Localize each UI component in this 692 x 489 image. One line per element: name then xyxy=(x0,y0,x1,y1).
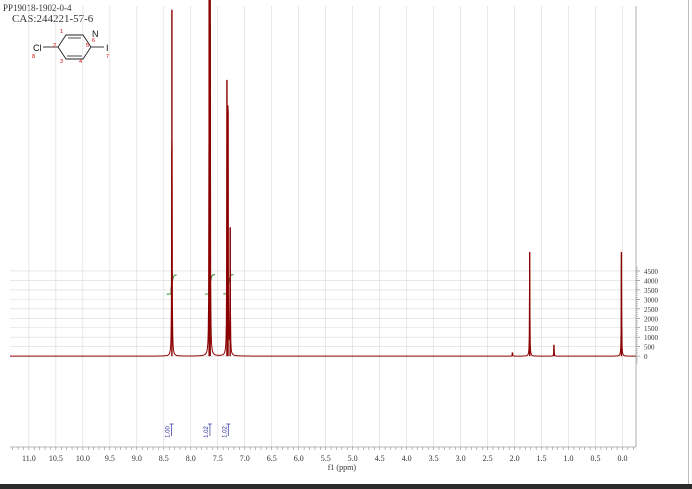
x-tick-label: 6.0 xyxy=(294,454,304,463)
x-tick-label: 3.5 xyxy=(429,454,439,463)
x-tick-label: 9.0 xyxy=(132,454,142,463)
atom-number: 7 xyxy=(106,54,109,60)
integral-value: 1.00 xyxy=(166,426,172,438)
x-axis-title: f1 (ppm) xyxy=(328,463,357,472)
x-tick-label: 3.0 xyxy=(456,454,466,463)
x-tick-label: 6.5 xyxy=(267,454,277,463)
grid-lines xyxy=(10,6,636,447)
y-axis: 45004000 35003000 25002000 15001000 5000 xyxy=(635,6,659,447)
atom-number: 2 xyxy=(53,43,56,49)
x-tick-label: 1.5 xyxy=(537,454,547,463)
x-tick-label: 7.0 xyxy=(240,454,250,463)
atom-number: 1 xyxy=(60,29,63,35)
x-tick-label: 0.0 xyxy=(618,454,628,463)
x-axis: 11.0 10.5 10.0 9.5 9.0 8.5 8.0 7.5 7.0 6.5 6.0 5.5 5… xyxy=(10,446,636,472)
x-tick-label: 7.5 xyxy=(213,454,223,463)
x-tick-label: 10.0 xyxy=(76,454,90,463)
atom-number: 3 xyxy=(60,59,63,65)
y-tick-label: 2500 xyxy=(644,306,659,314)
x-tick-label: 4.5 xyxy=(375,454,385,463)
atom-iodine: I xyxy=(106,43,109,53)
y-tick-label: 1500 xyxy=(644,325,659,333)
x-tick-label: 2.0 xyxy=(510,454,520,463)
atom-number: 8 xyxy=(32,54,35,60)
x-tick-label: 8.5 xyxy=(159,454,169,463)
spectrum xyxy=(10,0,636,357)
x-tick-label: 10.5 xyxy=(49,454,63,463)
x-tick-label: 2.5 xyxy=(483,454,493,463)
y-tick-label: 1000 xyxy=(644,334,659,342)
atom-number: 4 xyxy=(79,59,82,65)
y-tick-label: 0 xyxy=(644,353,648,361)
x-tick-label: 5.0 xyxy=(348,454,358,463)
x-tick-label: 1.0 xyxy=(564,454,574,463)
atom-number: 5 xyxy=(86,43,89,49)
x-tick-label: 8.0 xyxy=(186,454,196,463)
frame-border xyxy=(688,0,689,484)
x-tick-label: 5.5 xyxy=(321,454,331,463)
nmr-spectrum-chart: NCl I123 45678 1.00 1.02 1.02 11.0 10.5 10.0 9.… xyxy=(10,0,659,472)
x-tick-label: 11.0 xyxy=(22,454,36,463)
integral-value: 1.02 xyxy=(222,426,228,438)
y-tick-label: 500 xyxy=(644,344,655,352)
spectrum-trace xyxy=(10,23,636,357)
y-tick-label: 4000 xyxy=(644,277,659,285)
window-bottom-bar xyxy=(0,484,692,489)
x-tick-label: 0.5 xyxy=(591,454,601,463)
atom-chlorine: Cl xyxy=(33,43,42,53)
x-tick-label: 9.5 xyxy=(105,454,115,463)
atom-number: 6 xyxy=(92,38,95,44)
y-tick-label: 4500 xyxy=(644,268,659,276)
integral-value: 1.02 xyxy=(204,426,210,438)
molecule-structure: NCl I123 45678 xyxy=(32,29,109,65)
y-tick-label: 3000 xyxy=(644,296,659,304)
y-tick-label: 2000 xyxy=(644,315,659,323)
y-tick-label: 3500 xyxy=(644,287,659,295)
x-tick-label: 4.0 xyxy=(402,454,412,463)
